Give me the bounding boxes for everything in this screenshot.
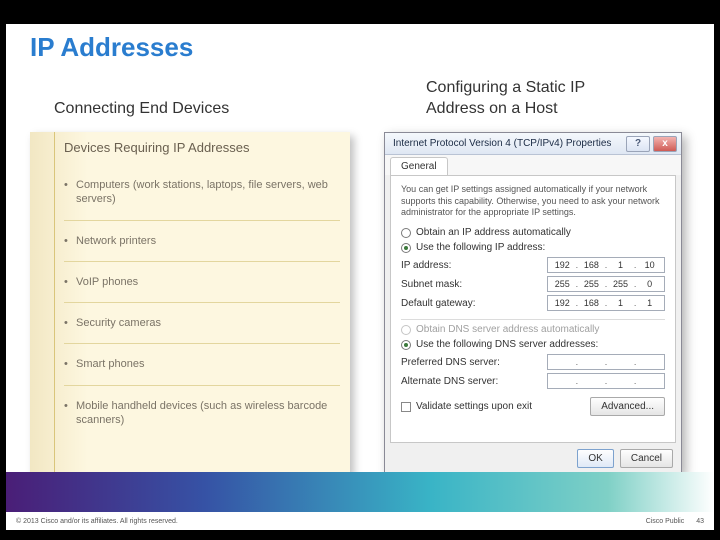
preferred-dns-input[interactable]: . . . bbox=[547, 354, 665, 370]
dialog-footer: OK Cancel bbox=[385, 443, 681, 473]
checkbox-label: Validate settings upon exit bbox=[416, 401, 532, 412]
ip-fields: IP address: 192. 168. 1. 10 Subnet mask:… bbox=[401, 257, 665, 311]
window-buttons: ? x bbox=[626, 136, 677, 152]
close-button[interactable]: x bbox=[653, 136, 677, 152]
ipv4-properties-dialog: Internet Protocol Version 4 (TCP/IPv4) P… bbox=[384, 132, 682, 474]
dialog-tabs: General bbox=[385, 155, 681, 175]
field-alternate-dns: Alternate DNS server: . . . bbox=[401, 373, 665, 389]
divider bbox=[401, 319, 665, 320]
page-title: IP Addresses bbox=[30, 32, 193, 63]
advanced-button[interactable]: Advanced... bbox=[590, 397, 665, 416]
field-label: Preferred DNS server: bbox=[401, 357, 500, 368]
radio-obtain-ip-auto[interactable]: Obtain an IP address automatically bbox=[401, 227, 665, 238]
radio-icon bbox=[401, 243, 411, 253]
dialog-title: Internet Protocol Version 4 (TCP/IPv4) P… bbox=[393, 138, 611, 149]
dns-fields: Preferred DNS server: . . . Alternate DN… bbox=[401, 354, 665, 389]
field-label: IP address: bbox=[401, 260, 451, 271]
radio-label: Obtain DNS server address automatically bbox=[416, 324, 599, 335]
subnet-mask-input[interactable]: 255. 255. 255. 0 bbox=[547, 276, 665, 292]
list-item: Network printers bbox=[64, 221, 340, 262]
cancel-button[interactable]: Cancel bbox=[620, 449, 673, 468]
field-ip-address: IP address: 192. 168. 1. 10 bbox=[401, 257, 665, 273]
subtitle-right: Configuring a Static IP Address on a Hos… bbox=[426, 78, 646, 120]
note-heading: Devices Requiring IP Addresses bbox=[64, 140, 340, 155]
radio-obtain-dns-auto: Obtain DNS server address automatically bbox=[401, 324, 665, 335]
help-button[interactable]: ? bbox=[626, 136, 650, 152]
list-item: Security cameras bbox=[64, 303, 340, 344]
list-item: Mobile handheld devices (such as wireles… bbox=[64, 386, 340, 441]
list-item: Smart phones bbox=[64, 344, 340, 385]
radio-icon bbox=[401, 340, 411, 350]
field-preferred-dns: Preferred DNS server: . . . bbox=[401, 354, 665, 370]
radio-label: Use the following IP address: bbox=[416, 242, 545, 253]
radio-use-following-dns[interactable]: Use the following DNS server addresses: bbox=[401, 339, 665, 350]
field-subnet-mask: Subnet mask: 255. 255. 255. 0 bbox=[401, 276, 665, 292]
field-default-gateway: Default gateway: 192. 168. 1. 1 bbox=[401, 295, 665, 311]
slide-body: IP Addresses Connecting End Devices Conf… bbox=[6, 24, 714, 530]
dialog-description: You can get IP settings assigned automat… bbox=[401, 184, 665, 219]
list-item: VoIP phones bbox=[64, 262, 340, 303]
tab-general[interactable]: General bbox=[390, 157, 448, 175]
radio-icon bbox=[401, 325, 411, 335]
radio-use-following-ip[interactable]: Use the following IP address: bbox=[401, 242, 665, 253]
radio-label: Obtain an IP address automatically bbox=[416, 227, 571, 238]
footer-page: 43 bbox=[696, 518, 704, 525]
validate-row: Validate settings upon exit Advanced... bbox=[401, 397, 665, 416]
ok-button[interactable]: OK bbox=[577, 449, 613, 468]
subtitle-left: Connecting End Devices bbox=[54, 100, 229, 118]
field-label: Default gateway: bbox=[401, 298, 476, 309]
field-label: Alternate DNS server: bbox=[401, 376, 498, 387]
slide-footer: © 2013 Cisco and/or its affiliates. All … bbox=[6, 512, 714, 530]
footer-classification: Cisco Public bbox=[646, 518, 685, 525]
radio-icon bbox=[401, 228, 411, 238]
note-panel: Devices Requiring IP Addresses Computers… bbox=[30, 132, 350, 474]
default-gateway-input[interactable]: 192. 168. 1. 1 bbox=[547, 295, 665, 311]
ip-address-input[interactable]: 192. 168. 1. 10 bbox=[547, 257, 665, 273]
dialog-titlebar: Internet Protocol Version 4 (TCP/IPv4) P… bbox=[385, 133, 681, 155]
field-label: Subnet mask: bbox=[401, 279, 462, 290]
dialog-body: You can get IP settings assigned automat… bbox=[390, 175, 676, 443]
validate-checkbox[interactable]: Validate settings upon exit bbox=[401, 401, 532, 412]
list-item: Computers (work stations, laptops, file … bbox=[64, 165, 340, 221]
radio-label: Use the following DNS server addresses: bbox=[416, 339, 598, 350]
gradient-bar bbox=[6, 472, 714, 512]
checkbox-icon bbox=[401, 402, 411, 412]
footer-copyright: © 2013 Cisco and/or its affiliates. All … bbox=[16, 518, 178, 525]
note-list: Computers (work stations, laptops, file … bbox=[64, 165, 340, 440]
alternate-dns-input[interactable]: . . . bbox=[547, 373, 665, 389]
